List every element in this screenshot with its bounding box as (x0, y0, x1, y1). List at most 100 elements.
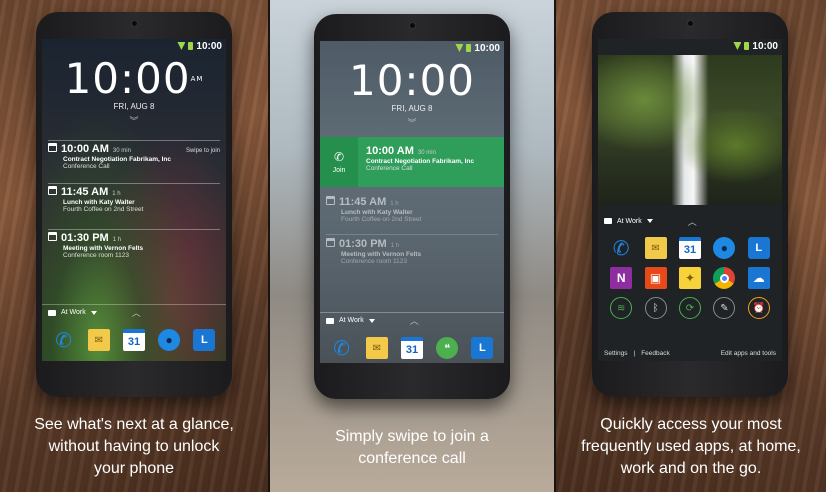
divider (48, 140, 220, 141)
onedrive-icon[interactable]: ☁ (747, 267, 770, 289)
camera (687, 20, 694, 27)
panel-join: 10:00 10:00 FRI, AUG 8 ︾ ✆ Join 10:00 AM… (270, 0, 554, 492)
event-time: 10:00 AM (366, 145, 414, 157)
status-time: 10:00 (196, 40, 222, 52)
status-bar: 10:00 (320, 41, 504, 55)
event-location: Conference Call (366, 165, 413, 172)
onenote-icon[interactable]: N (610, 267, 633, 289)
people-icon[interactable]: ● (158, 329, 181, 351)
calendar-icon (48, 143, 57, 152)
status-time: 10:00 (474, 42, 500, 54)
calendar-icon[interactable]: 31 (400, 337, 423, 359)
hangouts-icon[interactable]: ❝ (436, 337, 459, 359)
phone-frame: 10:00 10:00AM FRI, AUG 8 ︾ 10:00 AM 30 mi… (36, 12, 232, 397)
feedback-link[interactable]: Feedback (641, 350, 670, 357)
briefcase-icon (48, 309, 56, 316)
event-item: 10:00 AM 30 min Contract Negotiation Fabr… (366, 145, 498, 172)
context-bar[interactable]: At Work ︿ (320, 312, 504, 328)
lock-screen[interactable]: 10:00 10:00AM FRI, AUG 8 ︾ 10:00 AM 30 mi… (42, 39, 226, 361)
keep-icon[interactable]: ✦ (678, 267, 701, 289)
calendar-icon[interactable]: 31 (678, 237, 701, 259)
panel-glance: 10:00 10:00AM FRI, AUG 8 ︾ 10:00 AM 30 mi… (0, 0, 268, 492)
wifi-toggle-icon[interactable]: ≋ (610, 297, 633, 319)
event-time: 11:45 AM (61, 186, 109, 198)
event-title: Meeting with Vernon Felts (341, 251, 422, 258)
event-item[interactable]: 01:30 PM 1 h Meeting with Vernon Felts Co… (48, 232, 220, 259)
event-time: 01:30 PM (339, 238, 387, 250)
flashlight-toggle-icon[interactable]: ✎ (713, 297, 736, 319)
join-call-card[interactable]: ✆ Join 10:00 AM 30 min Contract Negotiati… (320, 137, 504, 187)
context-label: At Work (61, 309, 86, 316)
footer-divider: | (633, 350, 636, 357)
chevron-up-icon[interactable]: ︿ (688, 215, 697, 228)
phone-icon[interactable]: ✆ (331, 337, 353, 360)
event-item[interactable]: 10:00 AM 30 min Swipe to join Contract Neg… (48, 143, 220, 170)
event-title: Lunch with Katy Walter (63, 199, 135, 206)
divider (48, 183, 220, 184)
office-icon[interactable]: ▣ (644, 267, 667, 289)
caption: See what's next at a glance, without hav… (0, 414, 268, 480)
event-location: Fourth Coffee on 2nd Street (341, 216, 422, 223)
event-location: Conference Call (63, 163, 110, 170)
event-item[interactable]: 11:45 AM 1 h Lunch with Katy Walter Fourt… (48, 186, 220, 213)
divider (48, 229, 220, 230)
context-label: At Work (339, 317, 364, 324)
briefcase-icon (604, 218, 612, 224)
calendar-icon (48, 232, 57, 241)
caption-line: Simply swipe to join a (335, 428, 489, 445)
event-location: Conference room 1123 (63, 252, 130, 259)
event-duration: 30 min (417, 150, 436, 156)
event-time: 11:45 AM (339, 196, 387, 208)
battery-icon (466, 44, 472, 52)
calendar-icon[interactable]: 31 (122, 329, 145, 351)
battery-icon (188, 42, 194, 50)
event-item[interactable]: 11:45 AM 1 h Lunch with Katy Walter Fourt… (326, 196, 498, 223)
chevron-down-icon[interactable]: ︾ (320, 116, 504, 129)
settings-link[interactable]: Settings (604, 350, 628, 357)
lock-screen[interactable]: 10:00 10:00 FRI, AUG 8 ︾ ✆ Join 10:00 AM… (320, 41, 504, 363)
footer-bar: Settings | Feedback Edit apps and tools (604, 350, 776, 357)
lock-clock: 10:00 (348, 56, 476, 105)
event-location: Conference room 1123 (341, 258, 408, 265)
people-icon[interactable]: ● (713, 237, 736, 259)
chevron-down-icon[interactable]: ︾ (42, 114, 226, 127)
swipe-hint: Swipe to join (185, 148, 220, 154)
lock-screen[interactable]: 10:00 At Work ︿ ✆ ✉ 31 ● L N ▣ ✦ ☁ ≋ ᛒ ⟳… (598, 39, 782, 361)
event-duration: 30 min (112, 148, 131, 154)
event-location: Fourth Coffee on 2nd Street (63, 206, 144, 213)
event-item[interactable]: 01:30 PM 1 h Meeting with Vernon Felts Co… (326, 238, 498, 265)
lync-icon[interactable]: L (747, 237, 770, 259)
app-grid: ✆ ✉ 31 ● L N ▣ ✦ ☁ ≋ ᛒ ⟳ ✎ ⏰ (604, 237, 776, 319)
phone-icon: ✆ (333, 150, 345, 164)
mail-icon[interactable]: ✉ (644, 237, 667, 259)
app-dock: ✆ ✉ 31 ● L (42, 329, 226, 352)
context-bar[interactable]: At Work ︿ (42, 304, 226, 320)
bluetooth-toggle-icon[interactable]: ᛒ (644, 297, 667, 319)
lync-icon[interactable]: L (193, 329, 216, 351)
chevron-up-icon[interactable]: ︿ (132, 306, 141, 319)
wifi-icon (455, 44, 464, 52)
lync-icon[interactable]: L (471, 337, 494, 359)
join-button[interactable]: ✆ Join (320, 137, 358, 187)
event-time: 10:00 AM (61, 143, 109, 155)
rotation-toggle-icon[interactable]: ⟳ (678, 297, 701, 319)
chevron-up-icon[interactable]: ︿ (410, 314, 419, 327)
phone-icon[interactable]: ✆ (610, 237, 632, 260)
camera (131, 20, 138, 27)
status-time: 10:00 (752, 40, 778, 52)
caption-line: work and on the go. (620, 460, 762, 477)
event-title: Contract Negotiation Fabrikam, Inc (63, 156, 171, 163)
mail-icon[interactable]: ✉ (87, 329, 110, 351)
alarm-toggle-icon[interactable]: ⏰ (747, 297, 770, 319)
event-title: Lunch with Katy Walter (341, 209, 413, 216)
chrome-icon[interactable] (713, 267, 736, 289)
phone-icon[interactable]: ✆ (53, 329, 75, 352)
caption: Simply swipe to join a conference call (270, 426, 554, 470)
phone-frame: 10:00 10:00 FRI, AUG 8 ︾ ✆ Join 10:00 AM… (314, 14, 510, 399)
mail-icon[interactable]: ✉ (365, 337, 388, 359)
calendar-icon (48, 186, 57, 195)
context-bar[interactable]: At Work ︿ (598, 213, 782, 229)
event-duration: 1 h (112, 191, 121, 197)
lock-clock: 10:00AM (64, 54, 204, 103)
edit-apps-link[interactable]: Edit apps and tools (721, 350, 776, 357)
